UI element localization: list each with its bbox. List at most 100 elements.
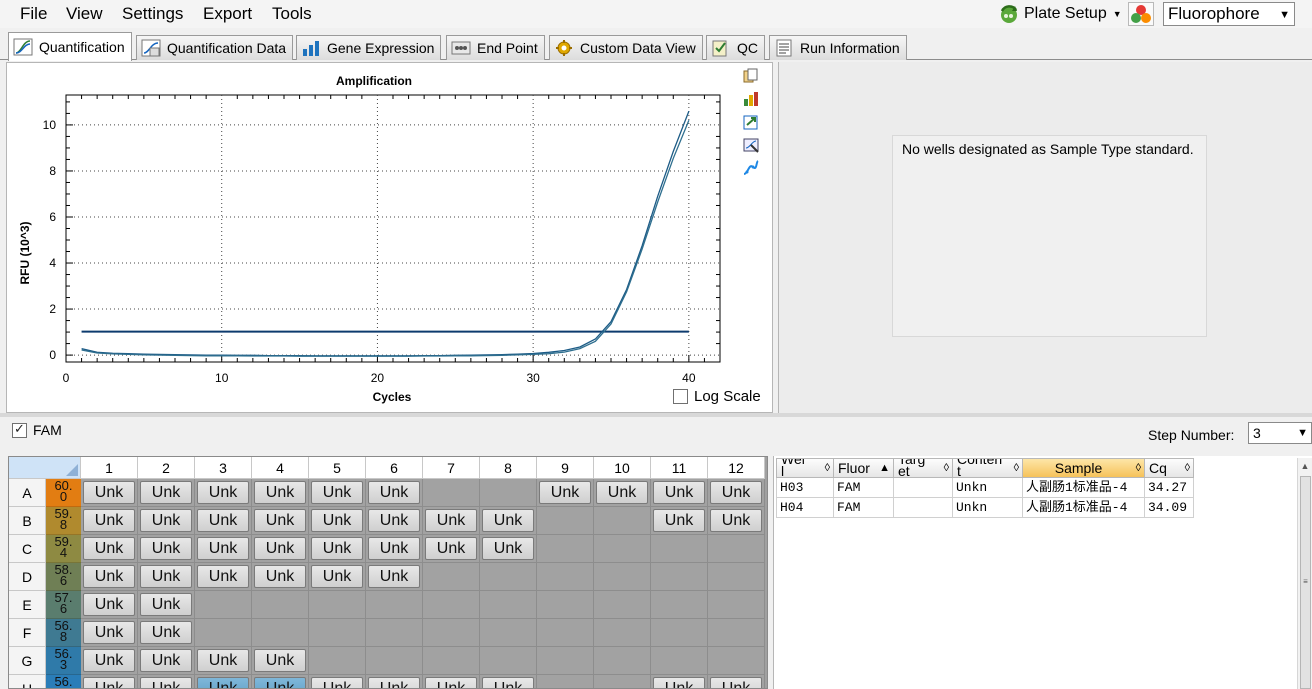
plate-well[interactable]: Unk (81, 507, 138, 535)
plate-well[interactable]: Unk (195, 647, 252, 675)
result-cell[interactable] (894, 498, 953, 518)
plate-well[interactable]: Unk (651, 507, 708, 535)
plate-well[interactable] (651, 563, 708, 591)
plate-well[interactable]: Unk (309, 535, 366, 563)
result-cell[interactable]: FAM (834, 498, 894, 518)
plate-well[interactable] (423, 591, 480, 619)
plate-well[interactable] (309, 591, 366, 619)
plate-well[interactable] (594, 507, 651, 535)
plate-well[interactable]: Unk (195, 479, 252, 507)
plate-well[interactable]: Unk (138, 591, 195, 619)
well-button[interactable]: Unk (83, 537, 135, 560)
plate-well[interactable] (366, 591, 423, 619)
result-cell[interactable]: 34.27 (1145, 478, 1194, 498)
result-cell[interactable]: FAM (834, 478, 894, 498)
well-button[interactable]: Unk (539, 481, 591, 504)
plate-well[interactable] (537, 647, 594, 675)
plate-column-header[interactable]: 1 (81, 457, 138, 479)
plate-well[interactable] (195, 619, 252, 647)
plate-well[interactable]: Unk (138, 535, 195, 563)
plate-well[interactable] (708, 619, 765, 647)
well-button[interactable]: Unk (311, 537, 363, 560)
well-button[interactable]: Unk (254, 565, 306, 588)
plate-well[interactable] (252, 619, 309, 647)
result-cell[interactable]: Unkn (953, 478, 1023, 498)
plate-row-header[interactable]: C (9, 535, 46, 563)
well-button[interactable]: Unk (83, 565, 135, 588)
plate-well[interactable]: Unk (252, 563, 309, 591)
well-button[interactable]: Unk (482, 677, 534, 688)
plate-well[interactable]: Unk (195, 535, 252, 563)
plate-well[interactable]: Unk (252, 507, 309, 535)
menu-file[interactable]: File (20, 4, 47, 24)
result-cell[interactable]: Unkn (953, 498, 1023, 518)
curve-fit-icon[interactable] (742, 159, 760, 177)
plate-column-header[interactable]: 3 (195, 457, 252, 479)
scroll-thumb[interactable]: ≡ (1300, 476, 1311, 689)
well-button[interactable]: Unk (140, 565, 192, 588)
plate-well[interactable] (480, 619, 537, 647)
well-button[interactable]: Unk (140, 509, 192, 532)
well-button[interactable]: Unk (368, 509, 420, 532)
well-button[interactable]: Unk (368, 677, 420, 688)
plate-well[interactable]: Unk (309, 479, 366, 507)
plate-well[interactable]: Unk (651, 675, 708, 688)
plate-well[interactable] (651, 647, 708, 675)
plate-well[interactable]: Unk (81, 535, 138, 563)
target-column-header[interactable]: Targ et ◊ (894, 458, 953, 478)
well-button[interactable]: Unk (653, 481, 705, 504)
plate-well[interactable]: Unk (138, 647, 195, 675)
well-button[interactable]: Unk (254, 649, 306, 672)
plate-well[interactable]: Unk (252, 647, 309, 675)
tab-end-point[interactable]: End Point (446, 35, 545, 60)
scroll-up-icon[interactable]: ▲ (1298, 458, 1312, 474)
fluorophore-select[interactable]: Fluorophore ▼ (1163, 2, 1295, 26)
well-button[interactable]: Unk (83, 677, 135, 688)
plate-well[interactable]: Unk (252, 675, 309, 688)
plate-well[interactable]: Unk (480, 675, 537, 688)
well-button[interactable]: Unk (83, 593, 135, 616)
plate-well[interactable]: Unk (708, 479, 765, 507)
plate-well[interactable] (594, 619, 651, 647)
well-button[interactable]: Unk (368, 537, 420, 560)
plate-well[interactable] (537, 591, 594, 619)
well-button[interactable]: Unk (140, 649, 192, 672)
plate-well[interactable]: Unk (594, 479, 651, 507)
plate-well[interactable]: Unk (708, 675, 765, 688)
cq-column-header[interactable]: Cq ◊ (1145, 458, 1194, 478)
plate-column-header[interactable]: 2 (138, 457, 195, 479)
well-button[interactable]: Unk (254, 677, 306, 688)
well-button[interactable]: Unk (197, 509, 249, 532)
plate-column-header[interactable]: 7 (423, 457, 480, 479)
log-scale-checkbox[interactable]: Log Scale (673, 388, 761, 405)
well-button[interactable]: Unk (710, 481, 762, 504)
plate-well[interactable]: Unk (81, 563, 138, 591)
plate-well[interactable] (366, 619, 423, 647)
well-button[interactable]: Unk (83, 649, 135, 672)
well-button[interactable]: Unk (197, 537, 249, 560)
well-button[interactable]: Unk (197, 649, 249, 672)
plate-well[interactable] (537, 507, 594, 535)
well-button[interactable]: Unk (425, 537, 477, 560)
plate-well[interactable]: Unk (138, 675, 195, 688)
well-button[interactable]: Unk (140, 481, 192, 504)
plate-row-header[interactable]: G (9, 647, 46, 675)
plate-well[interactable]: Unk (309, 507, 366, 535)
plate-well[interactable]: Unk (195, 563, 252, 591)
menu-settings[interactable]: Settings (122, 4, 183, 24)
plate-well[interactable]: Unk (423, 675, 480, 688)
plate-well[interactable]: Unk (138, 507, 195, 535)
well-button[interactable]: Unk (197, 481, 249, 504)
plate-well[interactable] (594, 535, 651, 563)
tab-qc[interactable]: QC (706, 35, 765, 60)
plate-select-all[interactable] (9, 457, 81, 479)
well-button[interactable]: Unk (140, 593, 192, 616)
plate-well[interactable] (480, 479, 537, 507)
plate-well[interactable]: Unk (366, 675, 423, 688)
plate-well[interactable] (423, 563, 480, 591)
export-chart-icon[interactable] (742, 113, 760, 131)
plate-well[interactable] (537, 535, 594, 563)
plate-column-header[interactable]: 10 (594, 457, 651, 479)
plate-well[interactable]: Unk (423, 507, 480, 535)
well-button[interactable]: Unk (425, 509, 477, 532)
